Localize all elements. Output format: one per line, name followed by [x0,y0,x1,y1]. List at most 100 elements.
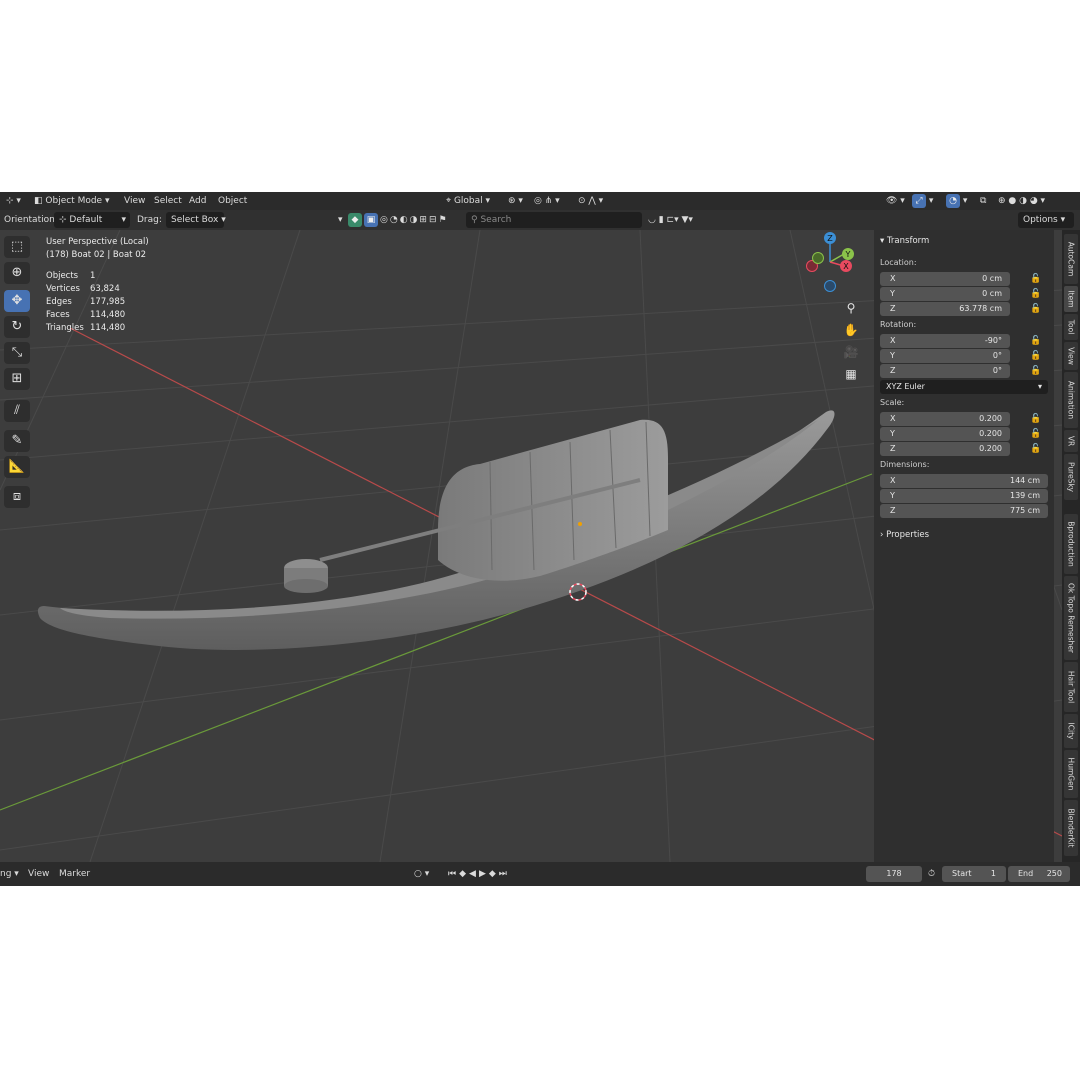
location-z-field[interactable]: Z 63.778 cm [880,302,1010,316]
camera-view-icon[interactable]: 🎥 [841,342,861,362]
mesh-filter-icon[interactable]: ▣ [364,213,378,227]
end-frame-field[interactable]: End 250 [1008,866,1070,882]
current-frame-field[interactable]: 178 [866,866,922,882]
chevron-right-icon: › [880,530,884,540]
tab-blenderkit[interactable]: BlenderKit [1064,800,1078,856]
xray-toggle-icon[interactable]: ⧉ [980,192,986,210]
properties-section-header[interactable]: › Properties [880,530,929,540]
jump-start-icon: ⏮ [448,869,460,879]
stopwatch-icon[interactable]: ⏱ [928,866,935,882]
rotation-x-field[interactable]: X -90° [880,334,1010,348]
menu-select[interactable]: Select [154,192,182,210]
cursor-tool-icon[interactable]: ⊕ [4,262,30,284]
select-box-tool-icon[interactable]: ⬚ [4,236,30,258]
auto-keying-icon[interactable]: ○ ▾ [414,866,429,882]
draw-tool-icon[interactable]: ✎ [4,430,30,452]
tab-hair-tool[interactable]: Hair Tool [1064,662,1078,712]
overlays-toggle-icon[interactable]: ◔ ▾ [946,192,967,210]
svg-text:Z: Z [827,234,833,243]
playback-dropdown[interactable]: ng ▾ [0,866,19,882]
lock-icon[interactable]: 🔓 [1030,288,1042,300]
object-origin [578,522,582,526]
chevron-down-icon: ▾ [121,215,126,225]
lock-icon[interactable]: 🔓 [1030,273,1042,285]
annotate-tool-icon[interactable]: ⫽ [4,400,30,422]
lock-icon[interactable]: 🔓 [1030,350,1042,362]
timeline-menu-marker[interactable]: Marker [59,866,90,882]
navigation-gizmo[interactable]: Z Y X [798,230,864,296]
object-type-filter-icon[interactable]: ▾ [338,212,343,228]
outliner-search-input[interactable]: ⚲ Search [466,212,642,228]
add-cube-tool-icon[interactable]: ⧈ [4,486,30,508]
tab-icity[interactable]: ICity [1064,714,1078,748]
tab-ok-topo-remesher[interactable]: Ok Topo Remesher [1064,576,1078,660]
scale-y-field[interactable]: Y 0.200 [880,427,1010,441]
lock-icon[interactable]: 🔓 [1030,413,1042,425]
gizmo-neg-z [824,280,836,292]
menu-add[interactable]: Add [189,192,206,210]
mode-dropdown[interactable]: ◧ Object Mode ▾ [34,192,109,210]
playback-controls[interactable]: ⏮◆◀▶◆⏭ [448,866,510,882]
tool-settings-header: Orientation: ⊹ Default ▾ Drag: Select Bo… [0,210,1080,230]
dimensions-y-field[interactable]: Y 139 cm [880,489,1048,503]
proportional-editing-icon[interactable]: ⊙ ⋀ ▾ [578,192,603,210]
location-y-field[interactable]: Y0 cm [880,287,1010,301]
perspective-grid-icon[interactable]: ▦ [841,364,861,384]
tab-animation[interactable]: Animation [1064,372,1078,428]
lock-icon[interactable]: 🔓 [1030,443,1042,455]
zoom-icon[interactable]: ⚲ [841,298,861,318]
transform-orientation-dropdown[interactable]: ⌖ Global ▾ [446,192,490,210]
start-frame-field[interactable]: Start 1 [942,866,1006,882]
transform-section-header[interactable]: ▾ Transform [880,236,929,246]
move-tool-icon[interactable]: ✥ [4,290,30,312]
lock-icon[interactable]: 🔓 [1030,303,1042,315]
scale-tool-icon[interactable]: ⤡ [4,342,30,364]
play-icon: ▶ [478,869,489,879]
tab-puresky[interactable]: PureSky [1064,454,1078,500]
lock-icon[interactable]: 🔓 [1030,365,1042,377]
drag-dropdown[interactable]: Select Box ▾ [166,212,226,228]
drag-label: Drag: [137,215,162,225]
gizmo-toggle-icon[interactable]: ⤢ ▾ [912,192,933,210]
dimensions-z-field[interactable]: Z 775 cm [880,504,1048,518]
scale-z-field[interactable]: Z 0.200 [880,442,1010,456]
lock-icon[interactable]: 🔓 [1030,428,1042,440]
orientation-dropdown[interactable]: ⊹ Default ▾ [54,212,130,228]
menu-object[interactable]: Object [218,192,247,210]
transform-tool-icon[interactable]: ⊞ [4,368,30,390]
tab-bproduction[interactable]: Bproduction [1064,514,1078,574]
svg-text:X: X [843,262,849,271]
lock-icon[interactable]: 🔓 [1030,335,1042,347]
chevron-down-icon: ▾ [880,236,885,246]
pivot-point-icon[interactable]: ⊛ ▾ [508,192,523,210]
rotation-mode-dropdown[interactable]: XYZ Euler ▾ [880,380,1048,394]
timeline-menu-view[interactable]: View [28,866,49,882]
scale-x-field[interactable]: X 0.200 [880,412,1010,426]
measure-tool-icon[interactable]: 📐 [4,456,30,478]
tab-view[interactable]: View [1064,342,1078,370]
menu-view[interactable]: View [124,192,145,210]
object-type-icons[interactable]: ◎◔◐◑⊞⊟⚑ [380,212,449,228]
location-x-field[interactable]: X0 cm [880,272,1010,286]
tab-humgen[interactable]: HumGen [1064,750,1078,798]
rotate-tool-icon[interactable]: ↻ [4,316,30,338]
shading-modes-icon[interactable]: ⊕ ● ◑ ◕ ▾ [998,192,1045,210]
tab-autocam[interactable]: AutoCam [1064,234,1078,284]
scale-label: Scale: [880,398,905,407]
rotation-z-field[interactable]: Z 0° [880,364,1010,378]
tab-tool[interactable]: Tool [1064,314,1078,340]
visibility-icon[interactable]: 👁 ▾ [886,192,905,210]
keyframe-prev-icon: ◆ [459,869,470,879]
options-dropdown[interactable]: Options ▾ [1018,212,1074,228]
rotation-y-field[interactable]: Y 0° [880,349,1010,363]
dimensions-x-field[interactable]: X 144 cm [880,474,1048,488]
rotation-label: Rotation: [880,320,917,329]
search-icon: ⚲ [471,215,478,225]
snap-icon[interactable]: ◎ ⋔ ▾ [534,192,560,210]
tab-vr[interactable]: VR [1064,430,1078,452]
visibility-filter-icon[interactable]: ◆ [348,213,362,227]
editor-type-icon[interactable]: ⊹ ▾ [6,192,21,210]
pan-hand-icon[interactable]: ✋ [841,320,861,340]
tab-item[interactable]: Item [1064,286,1078,312]
filter-icons[interactable]: ◡ ▮ ⊏▾ ▼▾ [648,212,693,228]
